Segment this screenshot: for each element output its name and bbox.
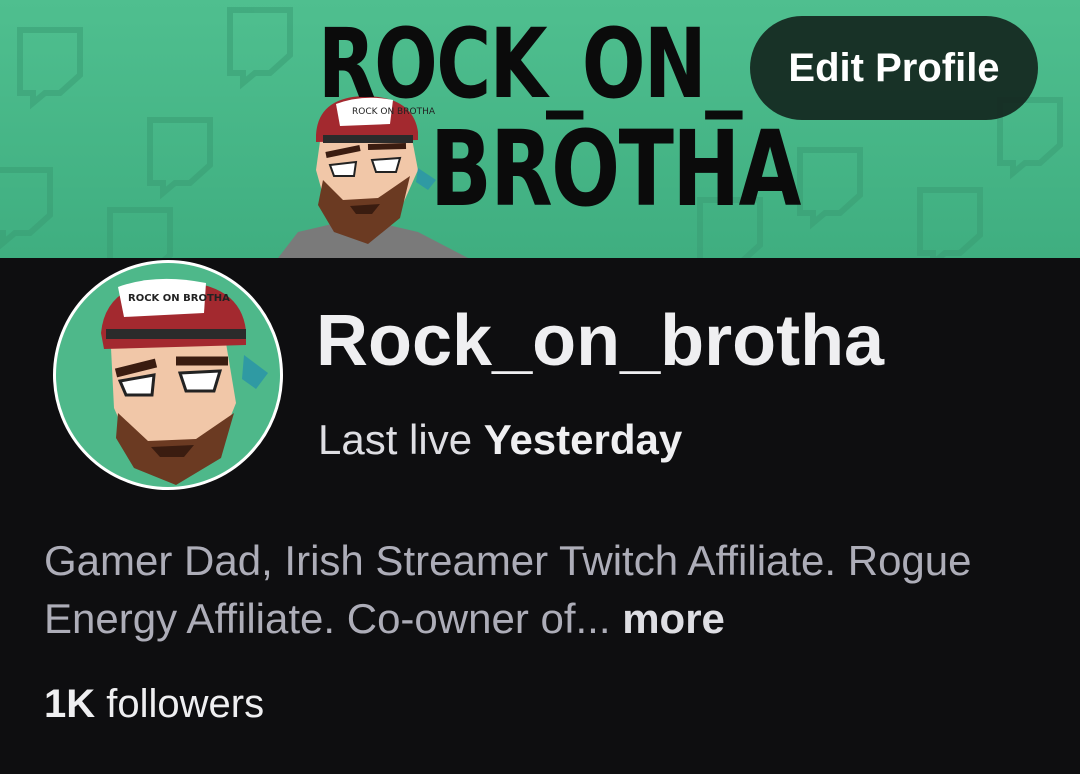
avatar-cap-text: ROCK ON BROTHA [128,293,230,304]
bio-more-link[interactable]: more [622,595,725,642]
edit-profile-button[interactable]: Edit Profile [750,16,1038,120]
followers-number: 1K [44,682,96,726]
last-live-status: Last live Yesterday [318,416,682,464]
followers-count[interactable]: 1K followers [44,682,264,727]
banner-title-line2: BROTHA [430,108,801,230]
banner-title-line1: ROCK_ON_ [318,8,743,120]
avatar-illustration: ROCK ON BROTHA [101,278,268,485]
last-live-label: Last live [318,416,473,463]
channel-name: Rock_on_brotha [316,301,885,381]
channel-avatar[interactable]: ROCK ON BROTHA [53,260,283,490]
followers-label: followers [106,682,265,726]
channel-banner: ROCK ON BROTHA ROCK_ON_ BROTHA Edit Prof… [0,0,1080,258]
channel-bio: Gamer Dad, Irish Streamer Twitch Affilia… [44,532,1044,648]
last-live-value: Yesterday [483,416,683,463]
bio-text: Gamer Dad, Irish Streamer Twitch Affilia… [44,537,972,642]
